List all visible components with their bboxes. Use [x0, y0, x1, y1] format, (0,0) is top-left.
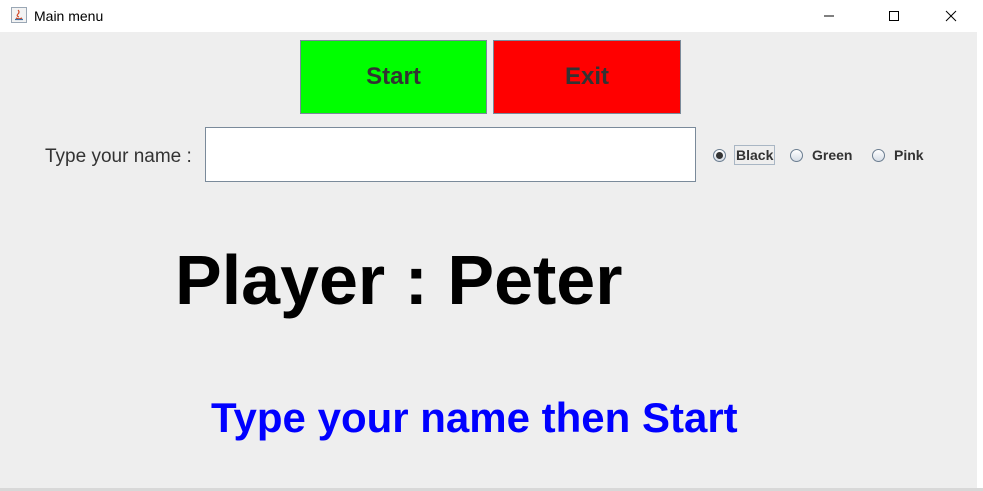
- title-bar: Main menu: [0, 0, 983, 32]
- hint-message: Type your name then Start: [211, 394, 738, 441]
- minimize-button[interactable]: [806, 0, 852, 32]
- radio-button-selected[interactable]: [713, 148, 726, 162]
- name-label: Type your name :: [45, 146, 192, 167]
- radio-pink[interactable]: Pink: [872, 145, 925, 165]
- minimize-icon: [824, 15, 834, 17]
- radio-black[interactable]: Black: [713, 145, 776, 165]
- radio-button[interactable]: [790, 148, 803, 162]
- maximize-button[interactable]: [871, 0, 917, 32]
- exit-button[interactable]: Exit: [493, 40, 681, 114]
- window-border-right: [977, 32, 983, 491]
- radio-green[interactable]: Green: [790, 145, 853, 165]
- close-button[interactable]: [928, 0, 974, 32]
- java-icon: [11, 7, 27, 23]
- radio-label-green: Green: [812, 147, 853, 163]
- radio-label-black: Black: [734, 145, 776, 165]
- player-name-display: Player : Peter: [175, 241, 623, 319]
- radio-dot: [716, 151, 723, 159]
- main-panel: Start Exit Type your name : Black Green …: [0, 32, 977, 489]
- radio-button[interactable]: [872, 148, 885, 162]
- radio-label-pink: Pink: [894, 147, 924, 163]
- name-input[interactable]: [205, 127, 696, 182]
- window-title: Main menu: [34, 8, 104, 24]
- maximize-icon: [889, 11, 899, 21]
- close-icon: [945, 10, 957, 22]
- start-button[interactable]: Start: [300, 40, 487, 114]
